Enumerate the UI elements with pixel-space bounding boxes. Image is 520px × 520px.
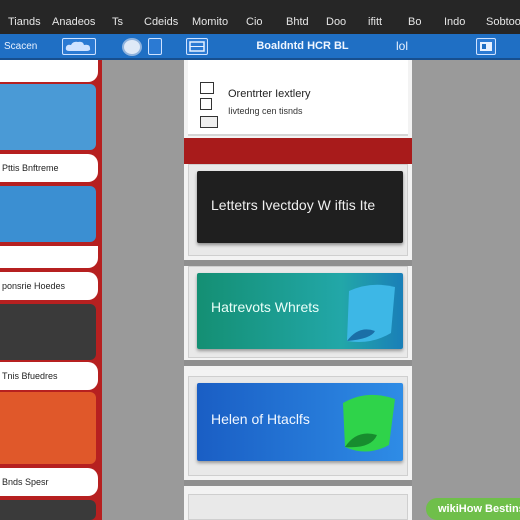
toolbar: Scacen Boaldntd HCR BL lol [0,34,520,60]
card-blue-title: Helen of Htaclfs [211,411,310,427]
left-label-1[interactable]: Pttis Bnftreme [0,154,98,182]
left-top-strip [0,60,98,82]
toolbar-right-label[interactable]: lol [396,39,408,53]
menu-item-3[interactable]: Cdeids [144,16,178,28]
left-sidebar: Pttis Bnftreme ponsrie Hoedes Tnis Bfued… [0,60,102,520]
menu-item-9[interactable]: Bo [408,16,421,28]
info-panel-subtitle: Iivtedng cen tisnds [228,106,303,116]
card-frame-4 [188,494,408,520]
card-blue[interactable]: Helen of Htaclfs [197,383,403,461]
toolbar-left-label[interactable]: Scacen [4,41,37,52]
cloud-icon[interactable] [62,38,96,55]
menu-item-6[interactable]: Bhtd [286,16,309,28]
panel-icons [200,82,218,128]
menu-item-2[interactable]: Ts [112,16,123,28]
menu-item-1[interactable]: Anadeos [52,16,95,28]
menu-item-5[interactable]: Cio [246,16,263,28]
panel-icon[interactable] [476,38,496,55]
menu-item-0[interactable]: Tiands [8,16,41,28]
left-tile-blue-2[interactable] [0,186,96,242]
toolbar-title: Boaldntd HCR BL [256,40,349,52]
left-label-2[interactable]: ponsrie Hoedes [0,272,98,300]
separator-3 [184,480,412,486]
card-frame-2: Hatrevots Whrets [188,266,408,358]
left-tile-dark-2[interactable] [0,500,96,520]
document-icon[interactable] [148,38,162,55]
left-label-3[interactable]: Tnis Bfuedres [0,362,98,390]
leaf-icon [343,394,395,452]
main-panel: Orentrter Iextlery Iivtedng cen tisnds L… [184,60,412,520]
info-panel-title: Orentrter Iextlery [228,88,311,100]
monitor-icon[interactable] [200,116,218,128]
left-tile-orange[interactable] [0,392,96,464]
menu-item-4[interactable]: Momito [192,16,228,28]
left-label-4[interactable]: Bnds Spesr [0,468,98,496]
separator-2 [184,360,412,366]
page-curl-icon [347,284,395,342]
menu-item-7[interactable]: Doo [326,16,346,28]
info-panel: Orentrter Iextlery Iivtedng cen tisnds [188,60,408,136]
watermark-badge: wikiHow Bestins [426,498,520,520]
card-teal-title: Hatrevots Whrets [211,299,320,315]
card-frame-1: Lettetrs Ivectdoy W iftis Ite [188,164,408,256]
menu-bar: Tiands Anadeos Ts Cdeids Momito Cio Bhtd… [0,0,520,34]
file-icon[interactable] [200,82,214,94]
right-gray-area [412,60,520,520]
left-tile-blue-1[interactable] [0,84,96,150]
grid-icon[interactable] [186,38,208,55]
card-dark-title: Lettetrs Ivectdoy W iftis Ite [211,197,376,213]
left-spacer-1 [0,246,98,268]
card-dark[interactable]: Lettetrs Ivectdoy W iftis Ite [197,171,403,243]
menu-item-10[interactable]: Indo [444,16,465,28]
menu-item-11[interactable]: Sobtoo [486,16,520,28]
red-divider [184,138,412,164]
record-icon[interactable] [122,38,142,56]
copy-icon[interactable] [200,98,212,110]
menu-item-8[interactable]: ifitt [368,16,382,28]
card-frame-3: Helen of Htaclfs [188,376,408,476]
left-tile-dark[interactable] [0,304,96,360]
card-teal[interactable]: Hatrevots Whrets [197,273,403,349]
